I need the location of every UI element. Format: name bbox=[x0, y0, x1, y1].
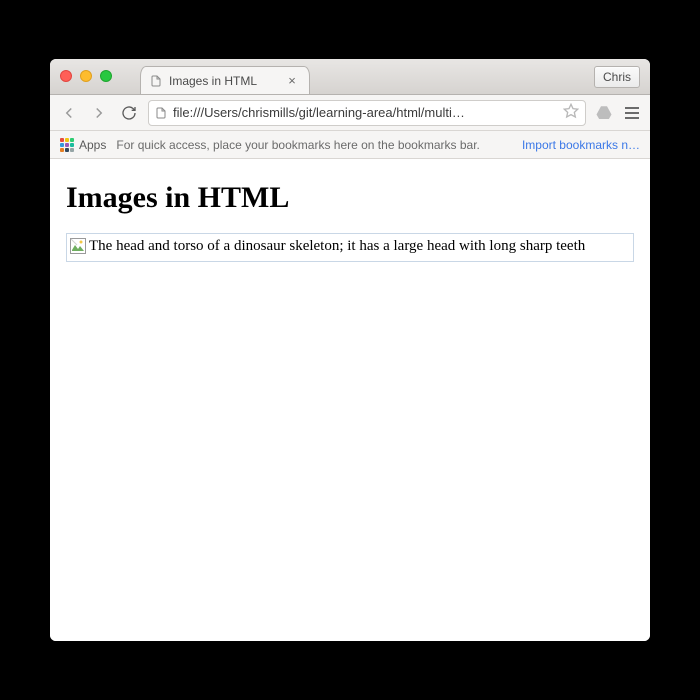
file-icon bbox=[149, 74, 163, 88]
tab-title: Images in HTML bbox=[169, 74, 257, 88]
profile-name: Chris bbox=[603, 70, 631, 84]
toolbar: file:///Users/chrismills/git/learning-ar… bbox=[50, 95, 650, 131]
page-heading: Images in HTML bbox=[66, 181, 634, 215]
page-content: Images in HTML The head and torso of a d… bbox=[50, 159, 650, 641]
address-bar[interactable]: file:///Users/chrismills/git/learning-ar… bbox=[148, 100, 586, 126]
tabstrip: Images in HTML × bbox=[140, 59, 310, 94]
broken-image: The head and torso of a dinosaur skeleto… bbox=[66, 233, 634, 262]
window-controls bbox=[60, 70, 112, 82]
broken-image-icon bbox=[70, 238, 86, 254]
titlebar: Images in HTML × Chris bbox=[50, 59, 650, 95]
hamburger-icon bbox=[622, 103, 642, 123]
menu-button[interactable] bbox=[622, 103, 642, 123]
browser-window: Images in HTML × Chris file:///Users/chr… bbox=[50, 59, 650, 641]
url-text: file:///Users/chrismills/git/learning-ar… bbox=[173, 105, 559, 120]
forward-button[interactable] bbox=[88, 102, 110, 124]
bookmarks-hint: For quick access, place your bookmarks h… bbox=[116, 138, 480, 152]
apps-label: Apps bbox=[79, 138, 106, 152]
apps-button[interactable]: Apps bbox=[60, 138, 106, 152]
maximize-window-button[interactable] bbox=[100, 70, 112, 82]
close-window-button[interactable] bbox=[60, 70, 72, 82]
apps-grid-icon bbox=[60, 138, 74, 152]
broken-image-alt-text: The head and torso of a dinosaur skeleto… bbox=[89, 237, 585, 256]
browser-tab[interactable]: Images in HTML × bbox=[140, 66, 310, 94]
reload-button[interactable] bbox=[118, 102, 140, 124]
minimize-window-button[interactable] bbox=[80, 70, 92, 82]
profile-button[interactable]: Chris bbox=[594, 66, 640, 88]
bookmarks-bar: Apps For quick access, place your bookma… bbox=[50, 131, 650, 159]
drive-extension-icon[interactable] bbox=[594, 103, 614, 123]
bookmark-star-icon[interactable] bbox=[563, 103, 579, 122]
back-button[interactable] bbox=[58, 102, 80, 124]
file-icon bbox=[155, 106, 169, 120]
import-bookmarks-link[interactable]: Import bookmarks n… bbox=[522, 138, 640, 152]
close-tab-icon[interactable]: × bbox=[285, 74, 299, 88]
